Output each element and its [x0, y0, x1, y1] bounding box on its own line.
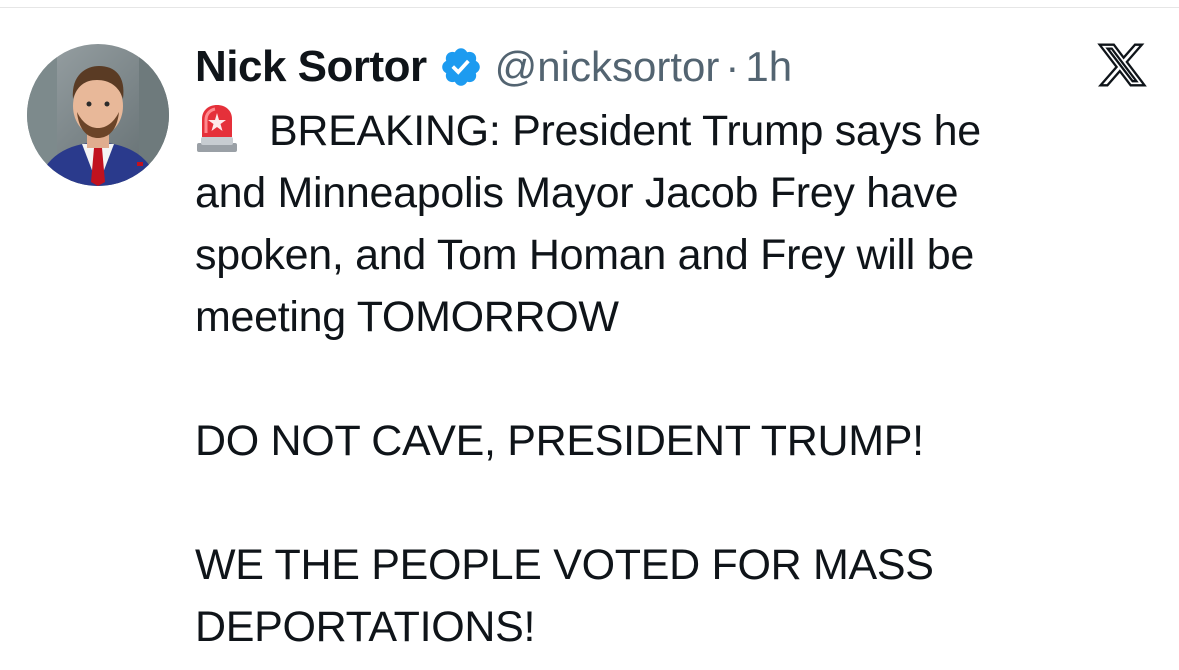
tweet-text-line-6: WE THE PEOPLE VOTED FOR MASS — [195, 541, 934, 589]
author-name[interactable]: Nick Sortor — [195, 42, 427, 92]
tweet-body: BREAKING: President Trump says he and Mi… — [195, 100, 1125, 658]
tweet-header: Nick Sortor @nicksortor · 1h — [195, 38, 792, 96]
separator-dot: · — [725, 43, 740, 90]
x-logo-icon[interactable] — [1097, 40, 1147, 90]
tweet-text-line-4: meeting TOMORROW — [195, 293, 619, 341]
police-siren-emoji-icon — [195, 103, 239, 153]
post-timestamp[interactable]: 1h — [745, 43, 792, 91]
avatar[interactable] — [27, 44, 169, 186]
tweet-text-line-5: DO NOT CAVE, PRESIDENT TRUMP! — [195, 417, 924, 465]
tweet-text-line-7: DEPORTATIONS! — [195, 603, 536, 651]
tweet-line: BREAKING: President Trump says he — [195, 100, 1125, 162]
tweet-text-line-1: BREAKING: President Trump says he — [269, 107, 981, 155]
tweet-text-line-3: spoken, and Tom Homan and Frey will be — [195, 231, 974, 279]
verified-badge-icon — [439, 45, 483, 89]
tweet-text-line-2: and Minneapolis Mayor Jacob Frey have — [195, 169, 959, 217]
top-divider — [0, 0, 1179, 8]
author-handle[interactable]: @nicksortor — [495, 43, 720, 91]
avatar-photo — [27, 44, 169, 186]
